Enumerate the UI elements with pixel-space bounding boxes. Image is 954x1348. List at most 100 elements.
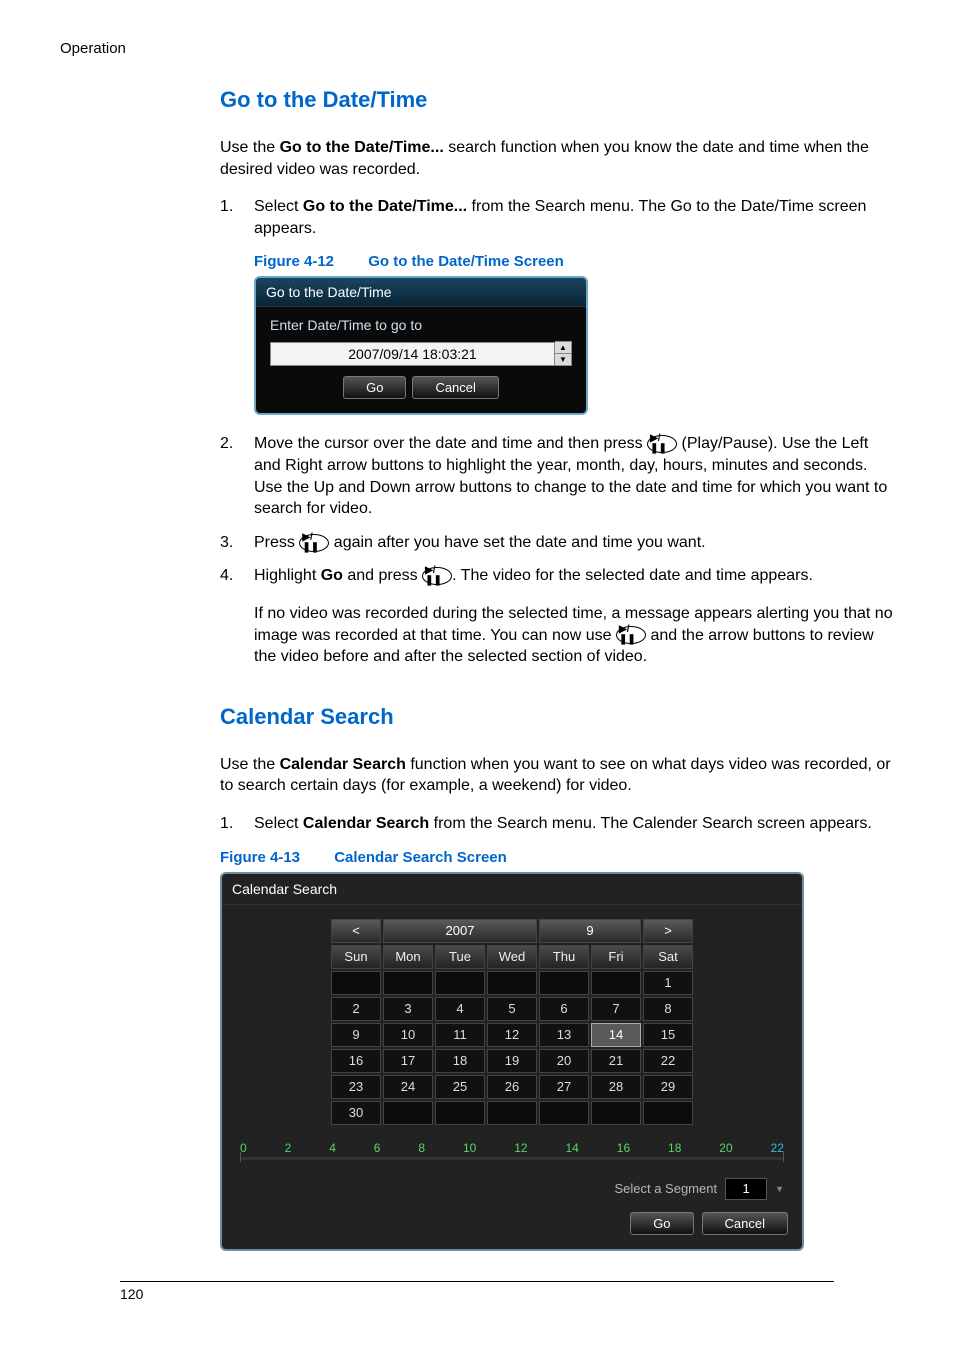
calendar-day[interactable]: 14 [591, 1023, 641, 1047]
dow-cell: Wed [487, 945, 537, 969]
calendar-day[interactable]: 17 [383, 1049, 433, 1073]
text-bold: Calendar Search [303, 815, 429, 832]
calendar-day[interactable]: 1 [643, 971, 693, 995]
select-segment-label: Select a Segment [614, 1181, 717, 1196]
segment-input[interactable]: 1 [725, 1178, 767, 1200]
section-title-goto: Go to the Date/Time [220, 87, 894, 113]
dialog-title: Calendar Search [222, 874, 802, 905]
calendar-day[interactable]: 13 [539, 1023, 589, 1047]
text: Use the [220, 139, 280, 156]
play-pause-icon: ▶/❚❚ [299, 534, 329, 552]
text: Press [254, 534, 299, 551]
calendar-day [383, 1101, 433, 1125]
text: Select [254, 815, 303, 832]
figure-number: Figure 4-12 [254, 253, 334, 270]
datetime-input[interactable]: 2007/09/14 18:03:21 [270, 342, 555, 366]
prev-button[interactable]: < [331, 919, 381, 943]
calendar-day[interactable]: 21 [591, 1049, 641, 1073]
figure-title: Go to the Date/Time Screen [368, 253, 564, 270]
dow-cell: Tue [435, 945, 485, 969]
calendar-day[interactable]: 30 [331, 1101, 381, 1125]
calendar-day[interactable]: 7 [591, 997, 641, 1021]
calendar-day [487, 1101, 537, 1125]
dow-cell: Sun [331, 945, 381, 969]
intro-goto: Use the Go to the Date/Time... search fu… [220, 137, 894, 180]
text: from the Search menu. The Calender Searc… [429, 815, 872, 832]
text: again after you have set the date and ti… [334, 534, 706, 551]
text: . The video for the selected date and ti… [452, 567, 813, 584]
calendar-day[interactable]: 8 [643, 997, 693, 1021]
step-number: 2. [220, 433, 254, 519]
calendar-day[interactable]: 5 [487, 997, 537, 1021]
text: Use the [220, 756, 280, 773]
next-button[interactable]: > [643, 919, 693, 943]
intro-calendar: Use the Calendar Search function when yo… [220, 754, 894, 797]
calendar-day [591, 971, 641, 995]
calendar-day[interactable]: 18 [435, 1049, 485, 1073]
calendar-day [383, 971, 433, 995]
section-title-calendar: Calendar Search [220, 704, 894, 730]
calendar-day[interactable]: 19 [487, 1049, 537, 1073]
calendar-day[interactable]: 28 [591, 1075, 641, 1099]
figure-title: Calendar Search Screen [334, 849, 507, 866]
calendar-day[interactable]: 23 [331, 1075, 381, 1099]
calendar-day[interactable]: 15 [643, 1023, 693, 1047]
calendar-day [539, 971, 589, 995]
cancel-button[interactable]: Cancel [702, 1212, 788, 1235]
spinner[interactable]: ▲ ▼ [555, 341, 572, 366]
step-1: 1. Select Go to the Date/Time... from th… [220, 196, 894, 239]
calendar-day[interactable]: 25 [435, 1075, 485, 1099]
calendar-day [487, 971, 537, 995]
calendar-day[interactable]: 29 [643, 1075, 693, 1099]
calendar-day[interactable]: 11 [435, 1023, 485, 1047]
calendar-day [539, 1101, 589, 1125]
play-pause-icon: ▶/❚❚ [616, 626, 646, 644]
calendar-day[interactable]: 16 [331, 1049, 381, 1073]
go-button[interactable]: Go [343, 376, 406, 399]
text-bold: Go to the Date/Time... [303, 198, 467, 215]
cancel-button[interactable]: Cancel [412, 376, 498, 399]
month-cell[interactable]: 9 [539, 919, 641, 943]
calendar-day[interactable]: 6 [539, 997, 589, 1021]
spinner-down-icon[interactable]: ▼ [555, 354, 571, 365]
calendar-day [435, 1101, 485, 1125]
step-number: 1. [220, 196, 254, 239]
calendar-day[interactable]: 3 [383, 997, 433, 1021]
text: Highlight [254, 567, 321, 584]
calendar-day [643, 1101, 693, 1125]
figure-number: Figure 4-13 [220, 849, 300, 866]
calendar-day[interactable]: 12 [487, 1023, 537, 1047]
calendar-search-dialog: Calendar Search < 2007 9 > SunMonTueWedT… [220, 872, 804, 1251]
calendar-day[interactable]: 27 [539, 1075, 589, 1099]
go-button[interactable]: Go [630, 1212, 693, 1235]
step-4-subpara: If no video was recorded during the sele… [254, 603, 894, 668]
step-3: 3. Press ▶/❚❚ again after you have set t… [220, 532, 894, 554]
step-cal-1: 1. Select Calendar Search from the Searc… [220, 813, 894, 835]
calendar-day [591, 1101, 641, 1125]
calendar-day[interactable]: 2 [331, 997, 381, 1021]
calendar-day [331, 971, 381, 995]
calendar-day[interactable]: 20 [539, 1049, 589, 1073]
dow-cell: Thu [539, 945, 589, 969]
dialog-title: Go to the Date/Time [256, 278, 586, 307]
calendar-day[interactable]: 9 [331, 1023, 381, 1047]
dropdown-icon[interactable]: ▼ [775, 1184, 784, 1194]
year-cell[interactable]: 2007 [383, 919, 537, 943]
text-bold: Go [321, 567, 343, 584]
calendar-day[interactable]: 22 [643, 1049, 693, 1073]
text: Select [254, 198, 303, 215]
calendar-day[interactable]: 24 [383, 1075, 433, 1099]
text-bold: Go to the Date/Time... [280, 139, 444, 156]
calendar-day[interactable]: 10 [383, 1023, 433, 1047]
step-4: 4. Highlight Go and press ▶/❚❚. The vide… [220, 565, 894, 587]
dialog-label: Enter Date/Time to go to [270, 317, 572, 333]
calendar-day[interactable]: 4 [435, 997, 485, 1021]
spinner-up-icon[interactable]: ▲ [555, 342, 571, 354]
step-number: 1. [220, 813, 254, 835]
calendar-day[interactable]: 26 [487, 1075, 537, 1099]
dow-cell: Fri [591, 945, 641, 969]
dow-cell: Sat [643, 945, 693, 969]
timeline-track[interactable] [240, 1157, 784, 1160]
running-header: Operation [60, 40, 894, 57]
page-number: 120 [120, 1286, 143, 1302]
